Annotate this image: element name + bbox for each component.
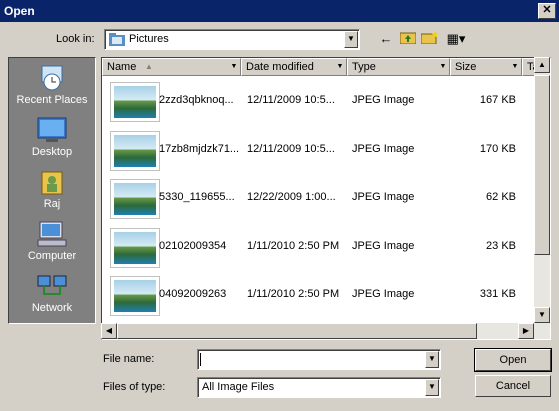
file-row[interactable]: 2zzd3qbknoq... 12/11/2009 10:5... JPEG I… [102, 78, 536, 126]
file-type-select[interactable]: All Image Files ▼ [197, 377, 441, 398]
column-header-name[interactable]: Name ▲ ▼ [102, 58, 241, 76]
title-bar: Open ✕ [0, 0, 559, 22]
file-date: 12/22/2009 1:00... [247, 191, 336, 203]
scroll-right-icon[interactable]: ▶ [518, 323, 534, 339]
file-row[interactable]: 02102009354 1/11/2010 2:50 PM JPEG Image… [102, 224, 536, 272]
file-name: 02102009354 [159, 240, 227, 252]
files-of-type-label: Files of type: [103, 381, 166, 393]
look-in-combo[interactable]: Pictures ▼ [104, 29, 360, 50]
column-header-type[interactable]: Type ▼ [347, 58, 450, 76]
place-label: Desktop [31, 146, 73, 158]
back-button[interactable]: ← [376, 30, 396, 48]
image-thumbnail [110, 276, 160, 316]
place-label: Recent Places [16, 94, 88, 106]
new-folder-button[interactable] [420, 30, 440, 48]
file-name: 5330_119655... [159, 191, 235, 203]
up-folder-button[interactable] [398, 30, 418, 48]
chevron-down-icon[interactable]: ▼ [425, 379, 439, 396]
open-button[interactable]: Open [474, 348, 552, 372]
recent-places-icon [41, 65, 63, 91]
file-size: 23 KB [486, 240, 516, 252]
look-in-value: Pictures [129, 33, 169, 45]
file-size: 167 KB [479, 94, 516, 106]
column-dropdown-icon[interactable]: ▼ [438, 61, 448, 73]
places-bar: Recent Places Desktop Raj Computer Netwo… [8, 57, 96, 324]
network-icon [37, 275, 67, 295]
scroll-left-icon[interactable]: ◀ [101, 323, 117, 339]
file-type: JPEG Image [352, 288, 415, 300]
file-name: 2zzd3qbknoq... [159, 94, 234, 106]
chevron-down-icon[interactable]: ▼ [425, 351, 439, 368]
image-thumbnail [110, 131, 160, 171]
place-network[interactable]: Network [9, 272, 95, 314]
file-date: 12/11/2009 10:5... [247, 143, 335, 155]
file-date: 1/11/2010 2:50 PM [247, 240, 340, 252]
place-user-folder[interactable]: Raj [9, 168, 95, 210]
place-desktop[interactable]: Desktop [9, 116, 95, 158]
place-recent-places[interactable]: Recent Places [9, 64, 95, 106]
file-type: JPEG Image [352, 143, 415, 155]
desktop-icon [37, 117, 67, 142]
file-row[interactable]: 5330_119655... 12/22/2009 1:00... JPEG I… [102, 175, 536, 223]
file-row[interactable]: 17zb8mjdzk71... 12/11/2009 10:5... JPEG … [102, 127, 536, 175]
close-button[interactable]: ✕ [538, 3, 556, 19]
column-dropdown-icon[interactable]: ▼ [335, 61, 345, 73]
image-thumbnail [110, 82, 160, 122]
file-name: 17zb8mjdzk71... [159, 143, 239, 155]
cancel-button[interactable]: Cancel [475, 375, 551, 397]
computer-icon [37, 221, 67, 247]
window-title: Open [4, 4, 35, 18]
column-header-date[interactable]: Date modified ▼ [241, 58, 347, 76]
user-folder-icon [41, 171, 63, 195]
scroll-thumb[interactable] [534, 75, 550, 255]
image-thumbnail [110, 179, 160, 219]
file-type: JPEG Image [352, 191, 415, 203]
scroll-up-icon[interactable]: ▲ [534, 57, 550, 73]
views-menu-button[interactable]: ▦▾ [444, 30, 468, 48]
scroll-thumb[interactable] [117, 323, 477, 339]
place-label: Network [31, 302, 73, 314]
image-thumbnail [110, 228, 160, 268]
file-row[interactable]: 04092009263 1/11/2010 2:50 PM JPEG Image… [102, 272, 536, 320]
file-list[interactable]: Name ▲ ▼ Date modified ▼ Type ▼ Size ▼ T… [101, 57, 551, 340]
column-dropdown-icon[interactable]: ▼ [229, 61, 239, 73]
file-name: 04092009263 [159, 288, 227, 300]
file-type-value: All Image Files [202, 381, 275, 393]
file-type: JPEG Image [352, 240, 415, 252]
up-folder-icon [399, 32, 417, 45]
text-cursor [200, 353, 201, 366]
sort-ascending-icon: ▲ [145, 62, 153, 71]
scroll-down-icon[interactable]: ▼ [534, 307, 550, 323]
file-name-input[interactable]: ▼ [197, 349, 441, 370]
file-date: 1/11/2010 2:50 PM [247, 288, 340, 300]
place-computer[interactable]: Computer [9, 220, 95, 262]
place-label: Raj [43, 198, 61, 210]
pictures-folder-icon [109, 33, 125, 46]
chevron-down-icon[interactable]: ▼ [344, 31, 358, 48]
file-size: 62 KB [486, 191, 516, 203]
file-size: 170 KB [479, 143, 516, 155]
file-date: 12/11/2009 10:5... [247, 94, 335, 106]
column-dropdown-icon[interactable]: ▼ [510, 61, 520, 73]
place-label: Computer [27, 250, 77, 262]
file-name-label: File name: [103, 353, 155, 365]
vertical-scrollbar[interactable]: ▲ ▼ [534, 57, 550, 323]
new-folder-icon [420, 30, 439, 45]
horizontal-scrollbar[interactable]: ◀ ▶ [101, 323, 550, 339]
column-header-size[interactable]: Size ▼ [450, 58, 522, 76]
file-type: JPEG Image [352, 94, 415, 106]
file-size: 331 KB [479, 288, 516, 300]
look-in-label: Look in: [56, 33, 95, 45]
